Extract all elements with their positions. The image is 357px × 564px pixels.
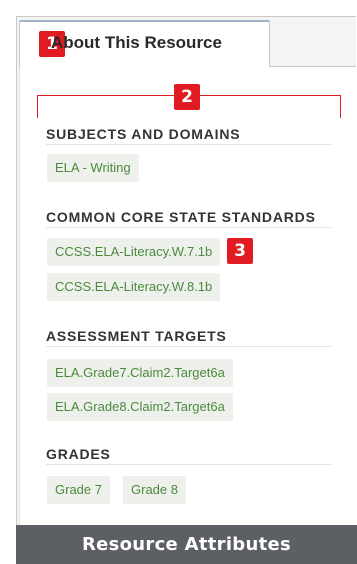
- figure-caption: Resource Attributes: [16, 525, 357, 564]
- callout-badge-3: 3: [227, 238, 253, 264]
- chip-standard[interactable]: CCSS.ELA-Literacy.W.7.1b: [47, 238, 221, 266]
- section-heading-standards: COMMON CORE STATE STANDARDS: [46, 206, 331, 228]
- chip-target[interactable]: ELA.Grade7.Claim2.Target6a: [47, 359, 233, 387]
- callout-badge-2: 2: [174, 84, 200, 110]
- section-heading-subjects: SUBJECTS AND DOMAINS: [46, 123, 331, 145]
- chip-target[interactable]: ELA.Grade8.Claim2.Target6a: [47, 393, 233, 421]
- chip-grade[interactable]: Grade 7: [47, 476, 110, 504]
- tab-label[interactable]: About This Resource: [51, 25, 267, 61]
- section-heading-grades: GRADES: [46, 443, 331, 465]
- callout-bracket-left: [37, 95, 38, 118]
- chip-standard[interactable]: CCSS.ELA-Literacy.W.8.1b: [47, 273, 221, 301]
- callout-bracket-right: [340, 95, 341, 118]
- chip-subject[interactable]: ELA - Writing: [47, 154, 139, 182]
- section-heading-targets: ASSESSMENT TARGETS: [46, 325, 331, 347]
- chip-grade[interactable]: Grade 8: [123, 476, 186, 504]
